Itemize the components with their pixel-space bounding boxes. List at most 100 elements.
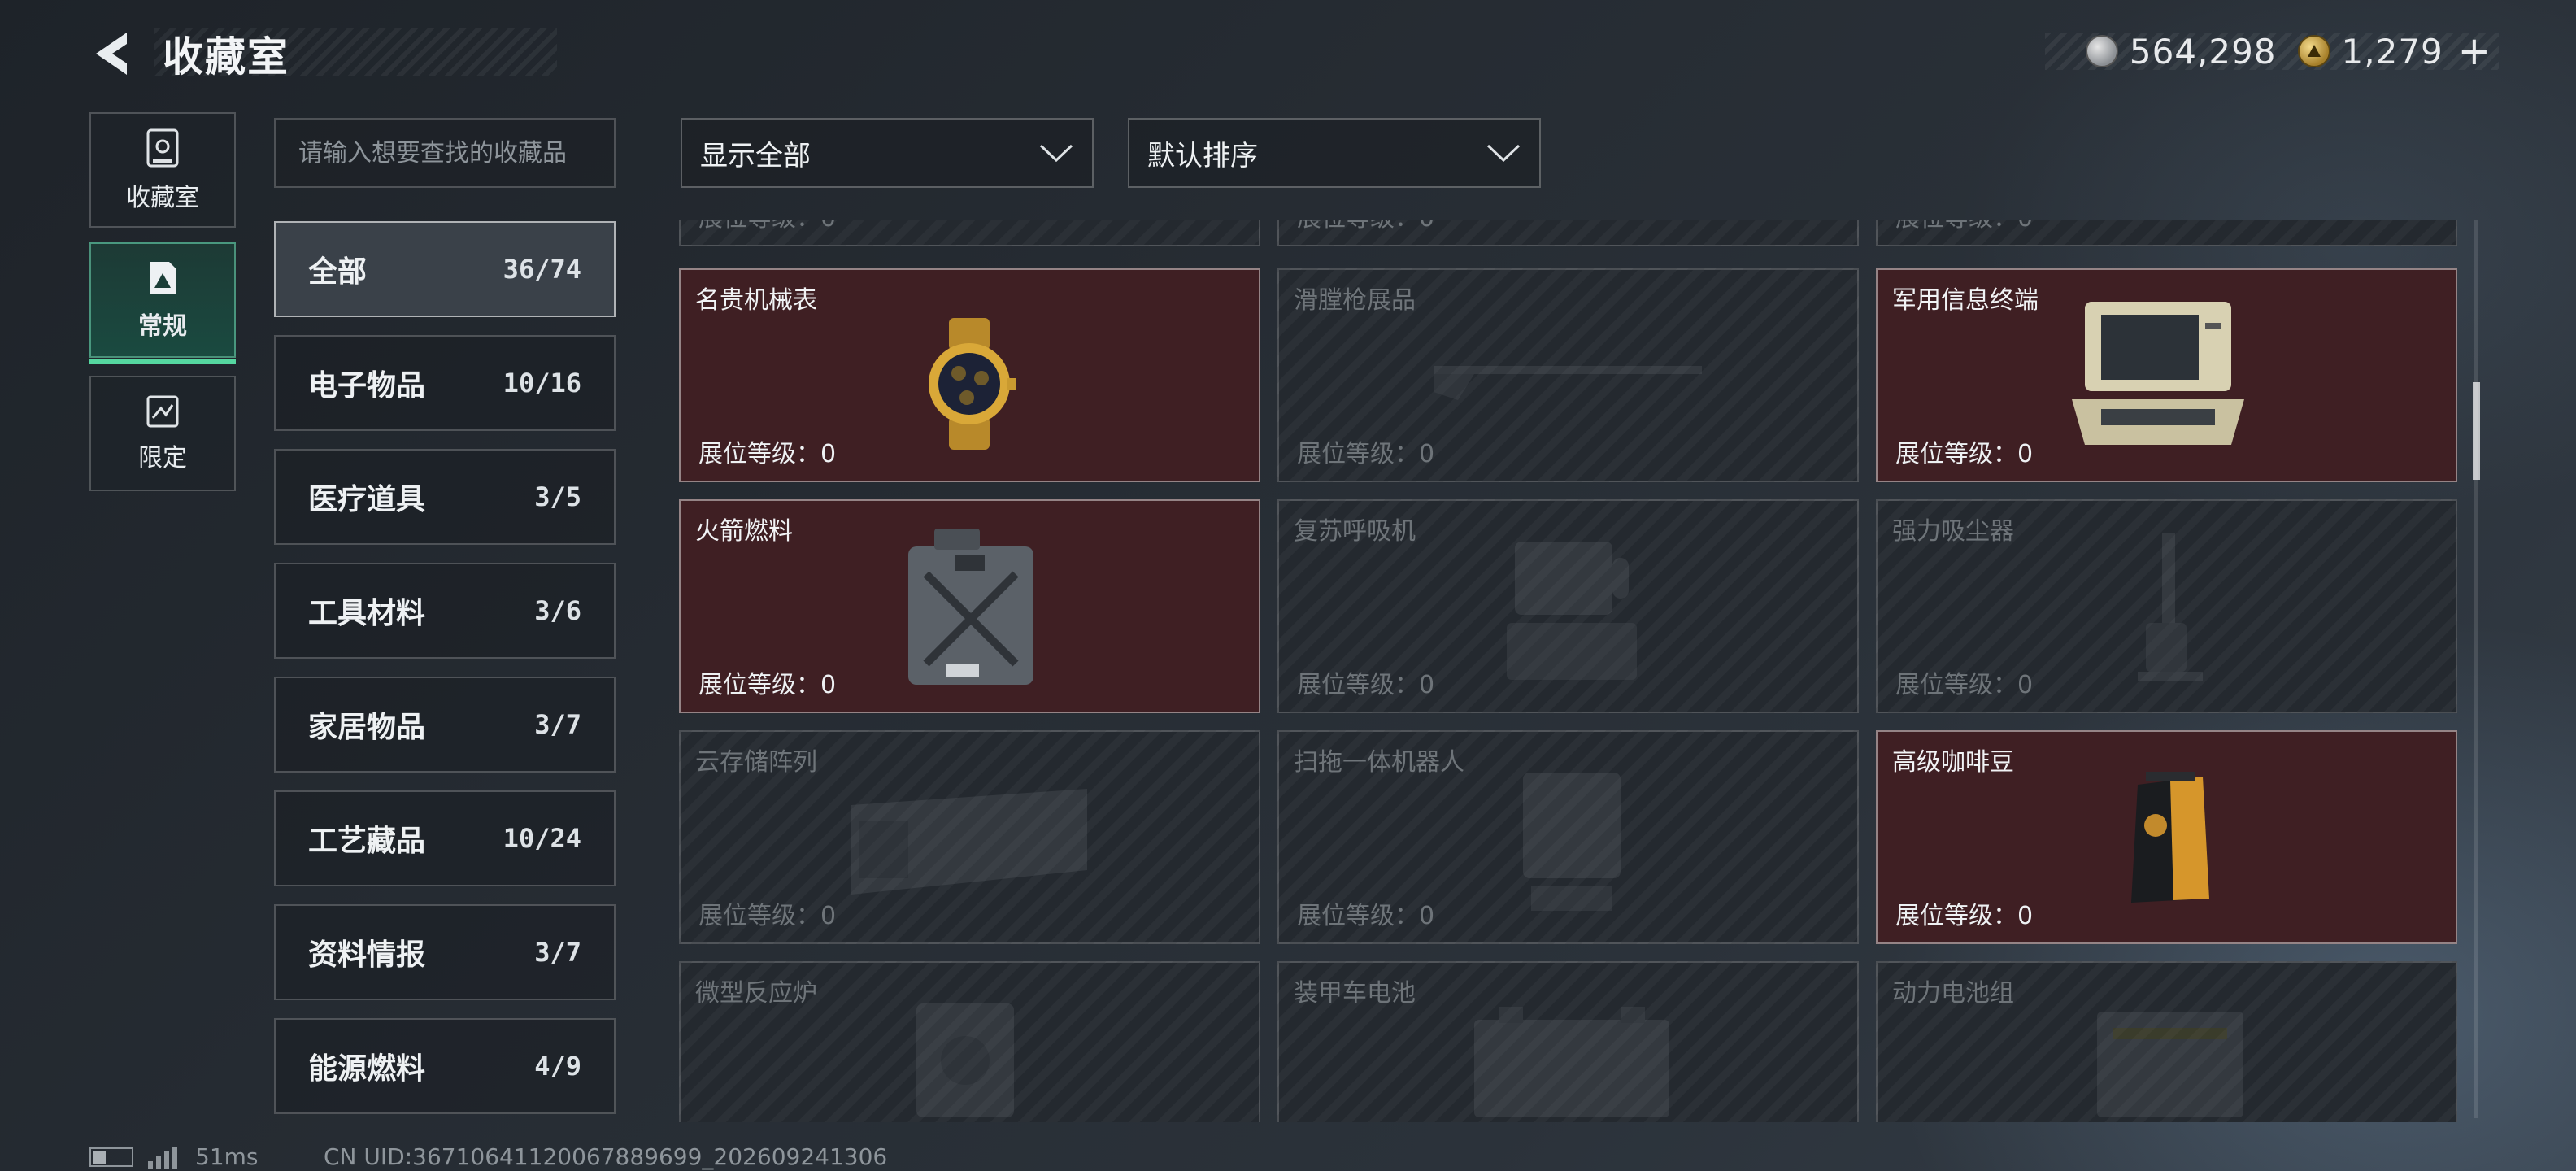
item-name: 动力电池组 — [1892, 979, 2014, 1008]
item-level: 展位等级：0 — [1895, 220, 2033, 233]
category-name: 工具材料 — [308, 597, 426, 630]
fuel-can-image — [908, 529, 1033, 685]
side-tab-label: 收藏室 — [126, 184, 199, 212]
collection-card-armored-battery[interactable]: 装甲车电池 — [1277, 961, 1859, 1122]
category-count: 10/24 — [503, 823, 581, 854]
collection-card-coffee-beans[interactable]: 高级咖啡豆 展位等级：0 — [1876, 730, 2457, 944]
item-level: 展位等级：0 — [698, 671, 837, 699]
category-count: 10/16 — [503, 368, 581, 398]
currency-bar: 564,298 1,279 + — [2045, 31, 2499, 72]
category-tools[interactable]: 工具材料 3/6 — [274, 563, 616, 659]
side-tab-label: 限定 — [138, 444, 187, 472]
category-count: 3/7 — [534, 937, 581, 968]
category-household[interactable]: 家居物品 3/7 — [274, 677, 616, 773]
category-count: 4/9 — [534, 1051, 581, 1082]
side-tab-regular[interactable]: 常规 — [89, 242, 236, 364]
collection-card-vacuum[interactable]: 强力吸尘器 展位等级：0 — [1876, 499, 2457, 713]
ping-value: 51ms — [195, 1143, 259, 1170]
collection-card-musket[interactable]: 滑膛枪展品 展位等级：0 — [1277, 268, 1859, 482]
category-intel[interactable]: 资料情报 3/7 — [274, 904, 616, 1000]
sort-dropdown[interactable]: 默认排序 — [1128, 118, 1541, 188]
item-name: 火箭燃料 — [695, 517, 793, 546]
page-title: 收藏室 — [163, 33, 289, 81]
collection-grid: 展位等级：0 展位等级：0 展位等级：0 名贵机械表 展位等级：0 滑膛枪展品 … — [679, 220, 2460, 1122]
item-name: 扫拖一体机器人 — [1294, 748, 1464, 777]
category-name: 医疗道具 — [308, 483, 426, 516]
power-pack-image — [2097, 1012, 2243, 1117]
side-tab-limited[interactable]: 限定 — [89, 376, 236, 491]
category-count: 3/7 — [534, 709, 581, 740]
musket-image — [1434, 366, 1702, 400]
show-filter-dropdown[interactable]: 显示全部 — [681, 118, 1094, 188]
collection-card[interactable]: 展位等级：0 — [679, 220, 1260, 246]
uid-text: CN UID:3671064112006788969​9_20260924130… — [324, 1143, 888, 1170]
category-crafts[interactable]: 工艺藏品 10/24 — [274, 790, 616, 886]
grid-scrollbar-thumb[interactable] — [2473, 382, 2480, 480]
item-name: 高级咖啡豆 — [1892, 748, 2014, 777]
vacuum-image — [2138, 533, 2203, 681]
collection-card-rocket-fuel[interactable]: 火箭燃料 展位等级：0 — [679, 499, 1260, 713]
category-name: 家居物品 — [308, 711, 426, 744]
chevron-down-icon — [1486, 144, 1521, 163]
watch-image — [929, 318, 1016, 450]
ventilator-image — [1507, 542, 1637, 680]
active-tab-indicator — [89, 359, 236, 364]
add-currency-button[interactable]: + — [2458, 32, 2491, 71]
gold-currency-value: 1,279 — [2341, 31, 2443, 72]
limited-icon — [146, 395, 179, 428]
show-filter-value: 显示全部 — [700, 139, 811, 172]
signal-icon — [148, 1146, 177, 1169]
battery-icon — [89, 1147, 133, 1167]
collection-card-cloud-storage[interactable]: 云存储阵列 展位等级：0 — [679, 730, 1260, 944]
category-name: 资料情报 — [308, 938, 426, 972]
item-name: 复苏呼吸机 — [1294, 517, 1416, 546]
side-tab-vault[interactable]: 收藏室 — [89, 112, 236, 228]
category-name: 全部 — [308, 255, 368, 289]
reactor-image — [916, 1003, 1014, 1117]
item-name: 云存储阵列 — [695, 748, 817, 777]
collection-card[interactable]: 展位等级：0 — [1277, 220, 1859, 246]
status-bar: 51ms — [89, 1143, 259, 1170]
item-name: 滑膛枪展品 — [1294, 286, 1416, 315]
back-button[interactable] — [88, 28, 137, 80]
collection-card-military-terminal[interactable]: 军用信息终端 展位等级：0 — [1876, 268, 2457, 482]
collection-card-micro-reactor[interactable]: 微型反应炉 — [679, 961, 1260, 1122]
item-level: 展位等级：0 — [698, 902, 837, 930]
collection-card-luxury-watch[interactable]: 名贵机械表 展位等级：0 — [679, 268, 1260, 482]
collection-card-ventilator[interactable]: 复苏呼吸机 展位等级：0 — [1277, 499, 1859, 713]
collection-card-mop-robot[interactable]: 扫拖一体机器人 展位等级：0 — [1277, 730, 1859, 944]
terminal-image — [2072, 302, 2244, 445]
category-count: 3/5 — [534, 481, 581, 512]
item-name: 装甲车电池 — [1294, 979, 1416, 1008]
vault-icon — [146, 128, 179, 168]
item-level: 展位等级：0 — [698, 440, 837, 468]
item-name: 军用信息终端 — [1892, 286, 2039, 315]
sort-value: 默认排序 — [1147, 139, 1258, 172]
item-name: 微型反应炉 — [695, 979, 817, 1008]
item-level: 展位等级：0 — [1297, 220, 1434, 233]
search-input[interactable] — [274, 118, 616, 188]
category-medical[interactable]: 医疗道具 3/5 — [274, 449, 616, 545]
category-name: 工艺藏品 — [308, 825, 426, 858]
back-arrow-icon — [96, 33, 127, 75]
mop-robot-image — [1523, 773, 1621, 911]
item-level: 展位等级：0 — [698, 220, 836, 233]
collection-card[interactable]: 展位等级：0 — [1876, 220, 2457, 246]
category-energy[interactable]: 能源燃料 4/9 — [274, 1018, 616, 1114]
item-level: 展位等级：0 — [1297, 902, 1435, 930]
silver-currency-value: 564,298 — [2129, 31, 2277, 72]
collection-card-power-pack[interactable]: 动力电池组 — [1876, 961, 2457, 1122]
category-count: 36/74 — [503, 254, 581, 285]
category-name: 能源燃料 — [308, 1052, 426, 1086]
item-level: 展位等级：0 — [1895, 671, 2034, 699]
category-count: 3/6 — [534, 595, 581, 626]
category-all[interactable]: 全部 36/74 — [274, 221, 616, 317]
item-name: 强力吸尘器 — [1892, 517, 2014, 546]
silver-coin-icon — [2085, 35, 2118, 67]
item-level: 展位等级：0 — [1297, 671, 1435, 699]
side-tab-label: 常规 — [138, 312, 187, 341]
category-electronics[interactable]: 电子物品 10/16 — [274, 335, 616, 431]
coffee-bag-image — [2131, 772, 2209, 903]
regular-icon — [150, 262, 176, 294]
grid-scrollbar-track[interactable] — [2474, 220, 2478, 1118]
